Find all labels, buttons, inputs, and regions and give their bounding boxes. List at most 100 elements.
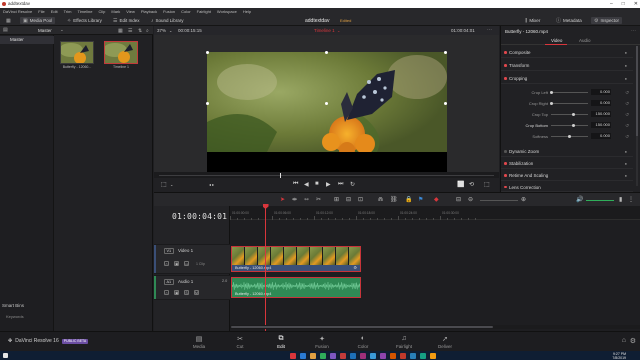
transform-anchor-point[interactable] — [325, 102, 328, 105]
page-media-button[interactable]: ▤ Media — [184, 335, 214, 349]
search-icon[interactable]: ⌕ — [146, 28, 149, 34]
section-dynamic-zoom[interactable]: Dynamic Zoom ● — [501, 147, 633, 157]
taskbar-clock[interactable]: 9:27 PM 7/8/2019 — [612, 352, 626, 360]
section-enabled-dot[interactable] — [504, 174, 507, 177]
inspector-scrollbar[interactable] — [636, 46, 638, 186]
viewer-mode-chevron-icon[interactable]: ⌄ — [170, 182, 173, 187]
menu-clip[interactable]: Clip — [98, 9, 105, 14]
track-id-a1[interactable]: A1 — [164, 279, 174, 285]
crop-param-slider-knob[interactable] — [571, 123, 575, 127]
audio-clip-butterfly[interactable]: Butterfly - 12060.mp4 — [231, 277, 361, 298]
crop-param-value-field[interactable]: 150.000 — [591, 111, 611, 117]
taskbar-app-icon[interactable] — [400, 352, 406, 359]
insert-clip-icon[interactable]: ⊞ — [334, 196, 339, 203]
layout-toggle-button[interactable]: ▦ — [3, 17, 14, 24]
flag-icon[interactable]: ⚑ — [418, 196, 423, 203]
viewer-zoom[interactable]: 37% — [157, 28, 166, 33]
cinema-mode-icon[interactable]: ⬚ — [484, 181, 490, 188]
section-enabled-dot[interactable] — [504, 64, 507, 67]
list-view-icon[interactable]: ☰ — [128, 28, 132, 34]
home-icon[interactable]: ⌂ — [622, 337, 626, 344]
auto-select-icon[interactable]: ▣ — [174, 261, 179, 266]
taskbar-app-icon[interactable] — [430, 352, 436, 359]
inspector-menu-icon[interactable]: ⋯ — [631, 28, 636, 34]
section-disabled-dot[interactable] — [504, 150, 507, 153]
taskbar-app-icon[interactable] — [390, 352, 396, 359]
viewer-mode-icon[interactable]: ⬚ — [161, 181, 167, 188]
mixer-button[interactable]: ⫼ Mixer — [522, 17, 543, 24]
reset-icon[interactable]: ↺ — [625, 112, 629, 118]
go-to-start-icon[interactable]: ⏮ — [293, 181, 298, 188]
chevron-down-icon[interactable]: ⌄ — [60, 27, 64, 33]
section-composite[interactable]: Composite ● — [501, 48, 633, 58]
taskbar-app-icon[interactable] — [310, 352, 316, 359]
menu-fusion[interactable]: Fusion — [163, 9, 175, 14]
zoom-detail-icon[interactable]: ⊟ — [456, 196, 461, 203]
play-reverse-icon[interactable]: ◀ — [304, 181, 309, 188]
timeline-playhead[interactable] — [262, 204, 269, 331]
transform-handle-right[interactable] — [444, 102, 447, 105]
inspector-scroll-thumb[interactable] — [636, 46, 638, 136]
section-enabled-dot[interactable] — [504, 77, 507, 80]
dynamic-trim-icon[interactable]: ⇿ — [304, 196, 309, 203]
crop-param-value-field[interactable]: 0.000 — [591, 89, 611, 95]
taskbar-app-icon[interactable] — [330, 352, 336, 359]
auto-select-icon[interactable]: ▣ — [174, 290, 179, 295]
section-lens-correction[interactable]: Lens Correction — [501, 183, 633, 192]
page-fusion-button[interactable]: ✦ Fusion — [307, 335, 337, 349]
taskbar-app-icon[interactable] — [320, 352, 326, 359]
track-id-v1[interactable]: V1 — [164, 248, 174, 254]
menu-workspace[interactable]: Workspace — [217, 9, 237, 14]
taskbar-app-icon[interactable] — [300, 352, 306, 359]
stop-icon[interactable]: ■ — [315, 181, 319, 187]
section-toggle-icon[interactable]: ● — [625, 173, 627, 178]
crop-param-value-field[interactable]: 0.000 — [591, 100, 611, 106]
crop-param-slider-knob[interactable] — [550, 101, 553, 105]
video-frame[interactable] — [207, 52, 447, 179]
menu-timeline[interactable]: Timeline — [78, 9, 93, 14]
section-cropping[interactable]: Cropping ● — [501, 74, 633, 84]
lock-track-icon[interactable]: ⌂ — [164, 290, 169, 295]
grid-view-icon[interactable]: ▦ — [118, 28, 123, 34]
position-lock-icon[interactable]: 🔒 — [405, 196, 412, 203]
menu-help[interactable]: Help — [243, 9, 251, 14]
marker-icon[interactable]: ◆ — [434, 196, 439, 203]
volume-slider[interactable] — [586, 200, 614, 201]
transform-handle-tl[interactable] — [206, 51, 209, 54]
track-header-audio-1[interactable]: A1 Audio 1 2.0 ⌂ ▣ S M — [154, 275, 230, 300]
menu-color[interactable]: Color — [181, 9, 191, 14]
clip-thumbnail-timeline-1[interactable] — [104, 41, 138, 64]
reset-icon[interactable]: ↺ — [625, 123, 629, 129]
audio-meter-icon[interactable]: ▮ — [619, 196, 622, 203]
play-icon[interactable]: ▶ — [326, 181, 331, 188]
zoom-in-icon[interactable]: ⊕ — [521, 196, 526, 203]
section-enabled-dot[interactable] — [504, 185, 507, 189]
reset-icon[interactable]: ↺ — [625, 90, 629, 96]
viewer-timeline-name[interactable]: Timeline 1 — [314, 28, 335, 33]
linked-selection-icon[interactable]: ⛓ — [390, 196, 398, 203]
crop-param-slider-knob[interactable] — [571, 112, 575, 116]
section-toggle-icon[interactable]: ● — [625, 63, 627, 68]
maximize-button[interactable]: □ — [622, 0, 625, 8]
viewer-options-icon[interactable]: ⋯ — [487, 27, 492, 33]
zoom-out-icon[interactable]: ⊖ — [468, 196, 473, 203]
loop-icon[interactable]: ↻ — [350, 181, 355, 188]
zoom-chevron-icon[interactable]: ⌄ — [169, 28, 172, 33]
solo-button[interactable]: S — [184, 290, 189, 295]
taskbar-app-icon[interactable] — [290, 352, 296, 359]
tab-video[interactable]: Video — [551, 38, 562, 43]
go-to-end-icon[interactable]: ⏭ — [338, 181, 343, 188]
snapping-icon[interactable]: ⋒ — [378, 196, 383, 203]
close-button[interactable]: ✕ — [634, 0, 638, 8]
bin-list-toggle-icon[interactable]: ▤ — [3, 27, 8, 33]
viewer-loop-icon[interactable]: ⟲ — [469, 181, 474, 188]
menu-file[interactable]: File — [38, 9, 44, 14]
timeline-options-icon[interactable]: ⋮ — [628, 196, 634, 203]
track-visibility-icon[interactable]: ▭ — [184, 261, 189, 266]
metadata-button[interactable]: ⓘ Metadata — [553, 17, 585, 24]
taskbar-app-icon[interactable] — [350, 352, 356, 359]
selection-mode-icon[interactable]: ➤ — [280, 196, 285, 203]
match-frame-icon[interactable]: ⬜ — [457, 181, 464, 188]
menu-mark[interactable]: Mark — [111, 9, 120, 14]
section-enabled-dot[interactable] — [504, 51, 507, 54]
